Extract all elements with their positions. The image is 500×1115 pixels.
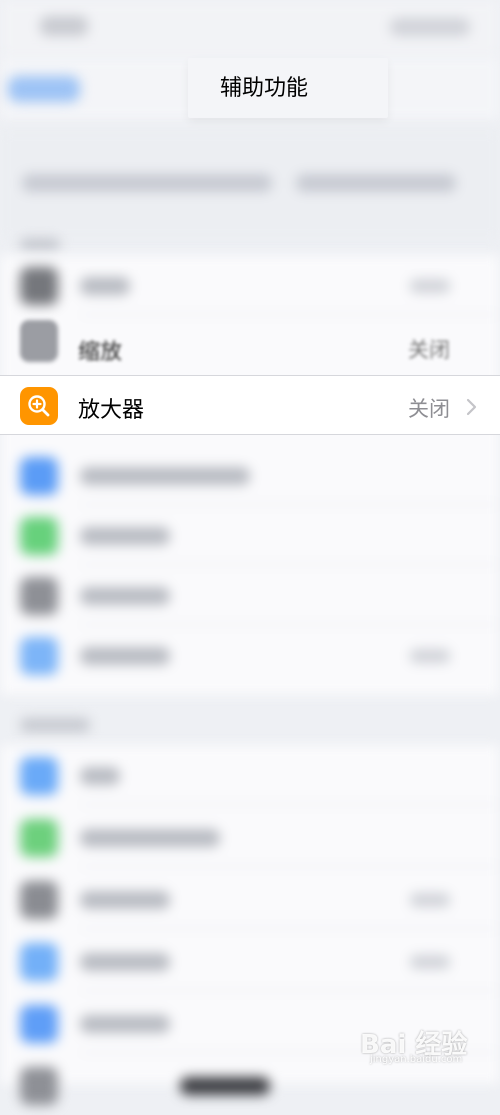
- watermark-url: jingyan.baidu.com: [370, 1054, 463, 1065]
- magnifier-label: 放大器: [78, 398, 145, 423]
- list-item-label: [80, 891, 170, 909]
- list-item[interactable]: [0, 445, 500, 505]
- section-header: [20, 718, 90, 732]
- list-item-label: [80, 467, 250, 485]
- row-divider: [80, 928, 500, 929]
- list-item[interactable]: [0, 625, 500, 685]
- face-id-icon: [20, 819, 58, 857]
- list-item-label: [80, 277, 130, 295]
- list-item-value: [410, 279, 450, 293]
- spoken-content-icon: [20, 577, 58, 615]
- status-time: [40, 16, 88, 36]
- description-line: [296, 174, 456, 192]
- watermark-logo: Bai 经验 jingyan.baidu.com: [354, 1020, 486, 1070]
- list-item-label: [180, 1077, 270, 1095]
- switch-control-icon: [20, 881, 58, 919]
- list-item[interactable]: [0, 931, 500, 991]
- motion-icon: [20, 517, 58, 555]
- page-title: 辅助功能: [219, 76, 308, 101]
- row-divider: [80, 314, 500, 315]
- list-item-label: [80, 829, 220, 847]
- list-item[interactable]: [0, 565, 500, 625]
- list-item-magnifier[interactable]: 放大器 关闭: [0, 375, 500, 435]
- list-item-label: [80, 1015, 170, 1033]
- side-button-icon: [20, 1005, 58, 1043]
- zoom-row-label: 缩放: [78, 340, 123, 365]
- voiceover-icon: [20, 267, 58, 305]
- section-header: [20, 238, 60, 252]
- list-item-label: [80, 767, 120, 785]
- list-item[interactable]: [0, 255, 500, 315]
- list-item[interactable]: [0, 869, 500, 929]
- touch-icon: [20, 757, 58, 795]
- status-bar: [0, 0, 500, 56]
- magnifier-icon: [20, 387, 58, 425]
- list-item[interactable]: [0, 505, 500, 565]
- zoom-row-value: 关闭: [408, 338, 450, 362]
- list-item-value: [410, 955, 450, 969]
- list-item-label: [80, 587, 170, 605]
- magnifier-value: 关闭: [408, 397, 450, 421]
- list-item-label: [80, 953, 170, 971]
- audio-description-icon: [20, 637, 58, 675]
- back-button[interactable]: [8, 76, 80, 102]
- list-item-label: [80, 527, 170, 545]
- description-line: [22, 174, 272, 192]
- status-indicators: [390, 18, 470, 36]
- row-divider: [80, 990, 500, 991]
- chevron-right-icon: [466, 398, 477, 416]
- list-item[interactable]: [0, 807, 500, 867]
- row-divider: [80, 866, 500, 867]
- apple-tv-remote-icon: [20, 1067, 58, 1105]
- zoom-icon: [20, 320, 58, 362]
- display-icon: [20, 457, 58, 495]
- list-item-value: [410, 893, 450, 907]
- voice-control-icon: [20, 943, 58, 981]
- description-block: [0, 130, 500, 240]
- list-item-label: [80, 647, 170, 665]
- list-item[interactable]: [0, 745, 500, 805]
- row-divider: [80, 804, 500, 805]
- settings-group-vision: [0, 255, 500, 695]
- list-item-value: [410, 649, 450, 663]
